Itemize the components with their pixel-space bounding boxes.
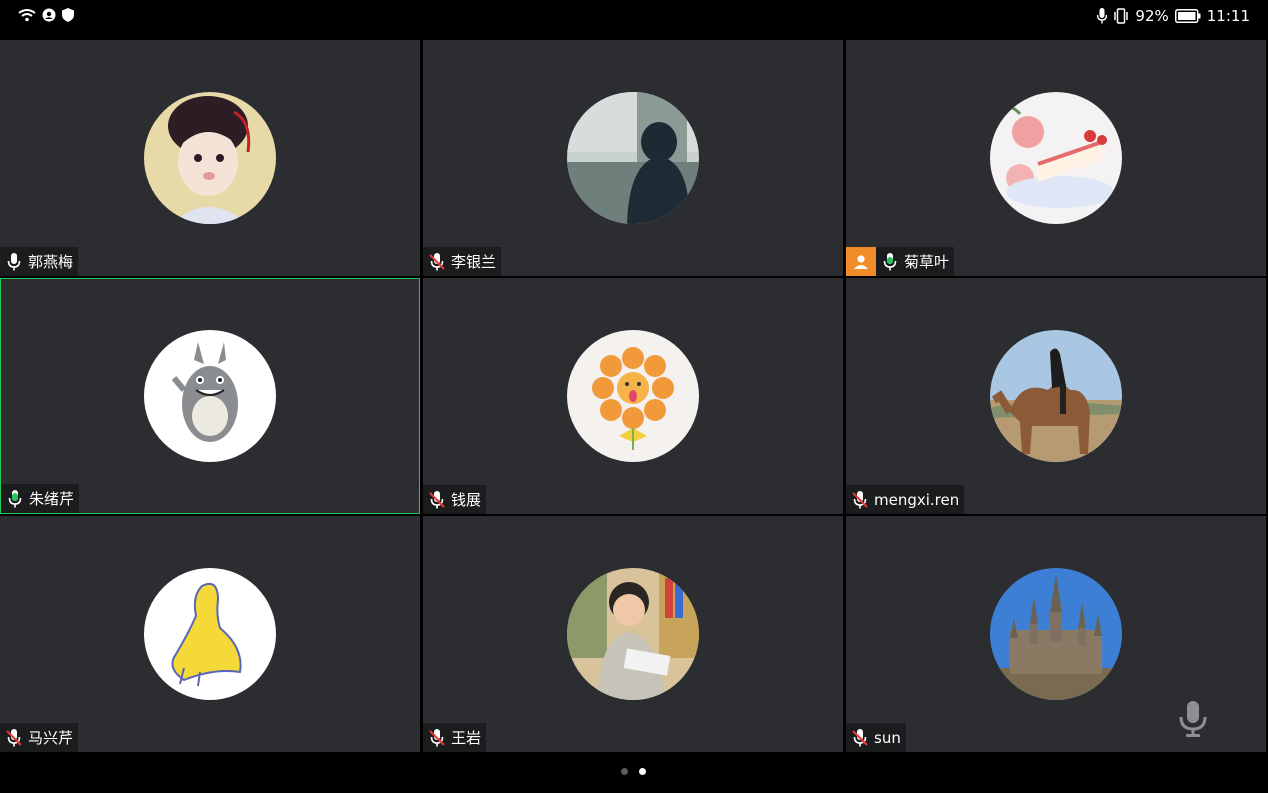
nameplate: 菊草叶 — [846, 247, 955, 276]
participant-name: 郭燕梅 — [28, 253, 74, 271]
nameplate: 钱展 — [423, 485, 487, 514]
avatar — [144, 92, 276, 224]
status-bar: 92% 11:11 — [0, 0, 1268, 38]
participant-tile[interactable]: 郭燕梅 — [0, 40, 420, 276]
participant-tile[interactable]: 王岩 — [423, 516, 843, 752]
battery-icon — [1174, 9, 1201, 23]
shield-icon — [62, 8, 74, 22]
participant-name: sun — [874, 728, 901, 747]
mic-speaking-icon — [5, 488, 25, 510]
mic-muted-icon — [427, 251, 447, 273]
page-dot-1[interactable] — [621, 768, 628, 775]
participant-tile[interactable]: 钱展 — [423, 278, 843, 514]
avatar — [567, 92, 699, 224]
avatar — [144, 568, 276, 700]
page-dot-2-current[interactable] — [639, 768, 646, 775]
participant-tile[interactable]: 李银兰 — [423, 40, 843, 276]
clock: 11:11 — [1206, 7, 1250, 25]
participant-name: 朱绪芹 — [29, 490, 75, 508]
vibrate-icon — [1113, 8, 1129, 24]
avatar — [567, 568, 699, 700]
page-indicator — [0, 752, 1268, 793]
participant-grid: 郭燕梅 李银兰 菊草叶 朱绪芹 钱展 mengxi.ren 马兴芹 王岩 sun — [0, 40, 1268, 752]
mic-muted-icon — [4, 727, 24, 749]
participant-name: 钱展 — [451, 491, 482, 509]
participant-tile[interactable]: mengxi.ren — [846, 278, 1266, 514]
nameplate: 朱绪芹 — [1, 484, 80, 513]
mic-icon — [1097, 8, 1108, 24]
mic-muted-icon — [427, 489, 447, 511]
avatar — [990, 330, 1122, 462]
participant-name: mengxi.ren — [874, 490, 960, 509]
nameplate: 郭燕梅 — [0, 247, 79, 276]
participant-tile[interactable]: 菊草叶 — [846, 40, 1266, 276]
mic-muted-icon — [850, 727, 870, 749]
mic-icon — [4, 251, 24, 273]
participant-name: 马兴芹 — [28, 729, 74, 747]
avatar — [990, 568, 1122, 700]
nameplate: 王岩 — [423, 723, 487, 752]
nameplate: 马兴芹 — [0, 723, 79, 752]
avatar — [990, 92, 1122, 224]
nameplate: mengxi.ren — [846, 485, 965, 514]
nameplate: 李银兰 — [423, 247, 502, 276]
participant-name: 李银兰 — [451, 253, 497, 271]
mic-speaking-icon — [880, 251, 900, 273]
mic-icon — [1179, 701, 1207, 737]
nameplate: sun — [846, 723, 906, 752]
mic-toggle-button[interactable] — [1178, 701, 1208, 741]
participant-name: 王岩 — [451, 729, 482, 747]
mic-muted-icon — [427, 727, 447, 749]
participant-tile[interactable]: 马兴芹 — [0, 516, 420, 752]
host-badge-icon — [846, 247, 876, 276]
battery-percent: 92% — [1135, 7, 1169, 25]
location-icon — [42, 8, 56, 22]
mic-muted-icon — [850, 489, 870, 511]
avatar — [567, 330, 699, 462]
avatar — [144, 330, 276, 462]
wifi-icon — [18, 8, 36, 22]
participant-tile-active[interactable]: 朱绪芹 — [0, 278, 420, 514]
participant-name: 菊草叶 — [904, 253, 950, 271]
